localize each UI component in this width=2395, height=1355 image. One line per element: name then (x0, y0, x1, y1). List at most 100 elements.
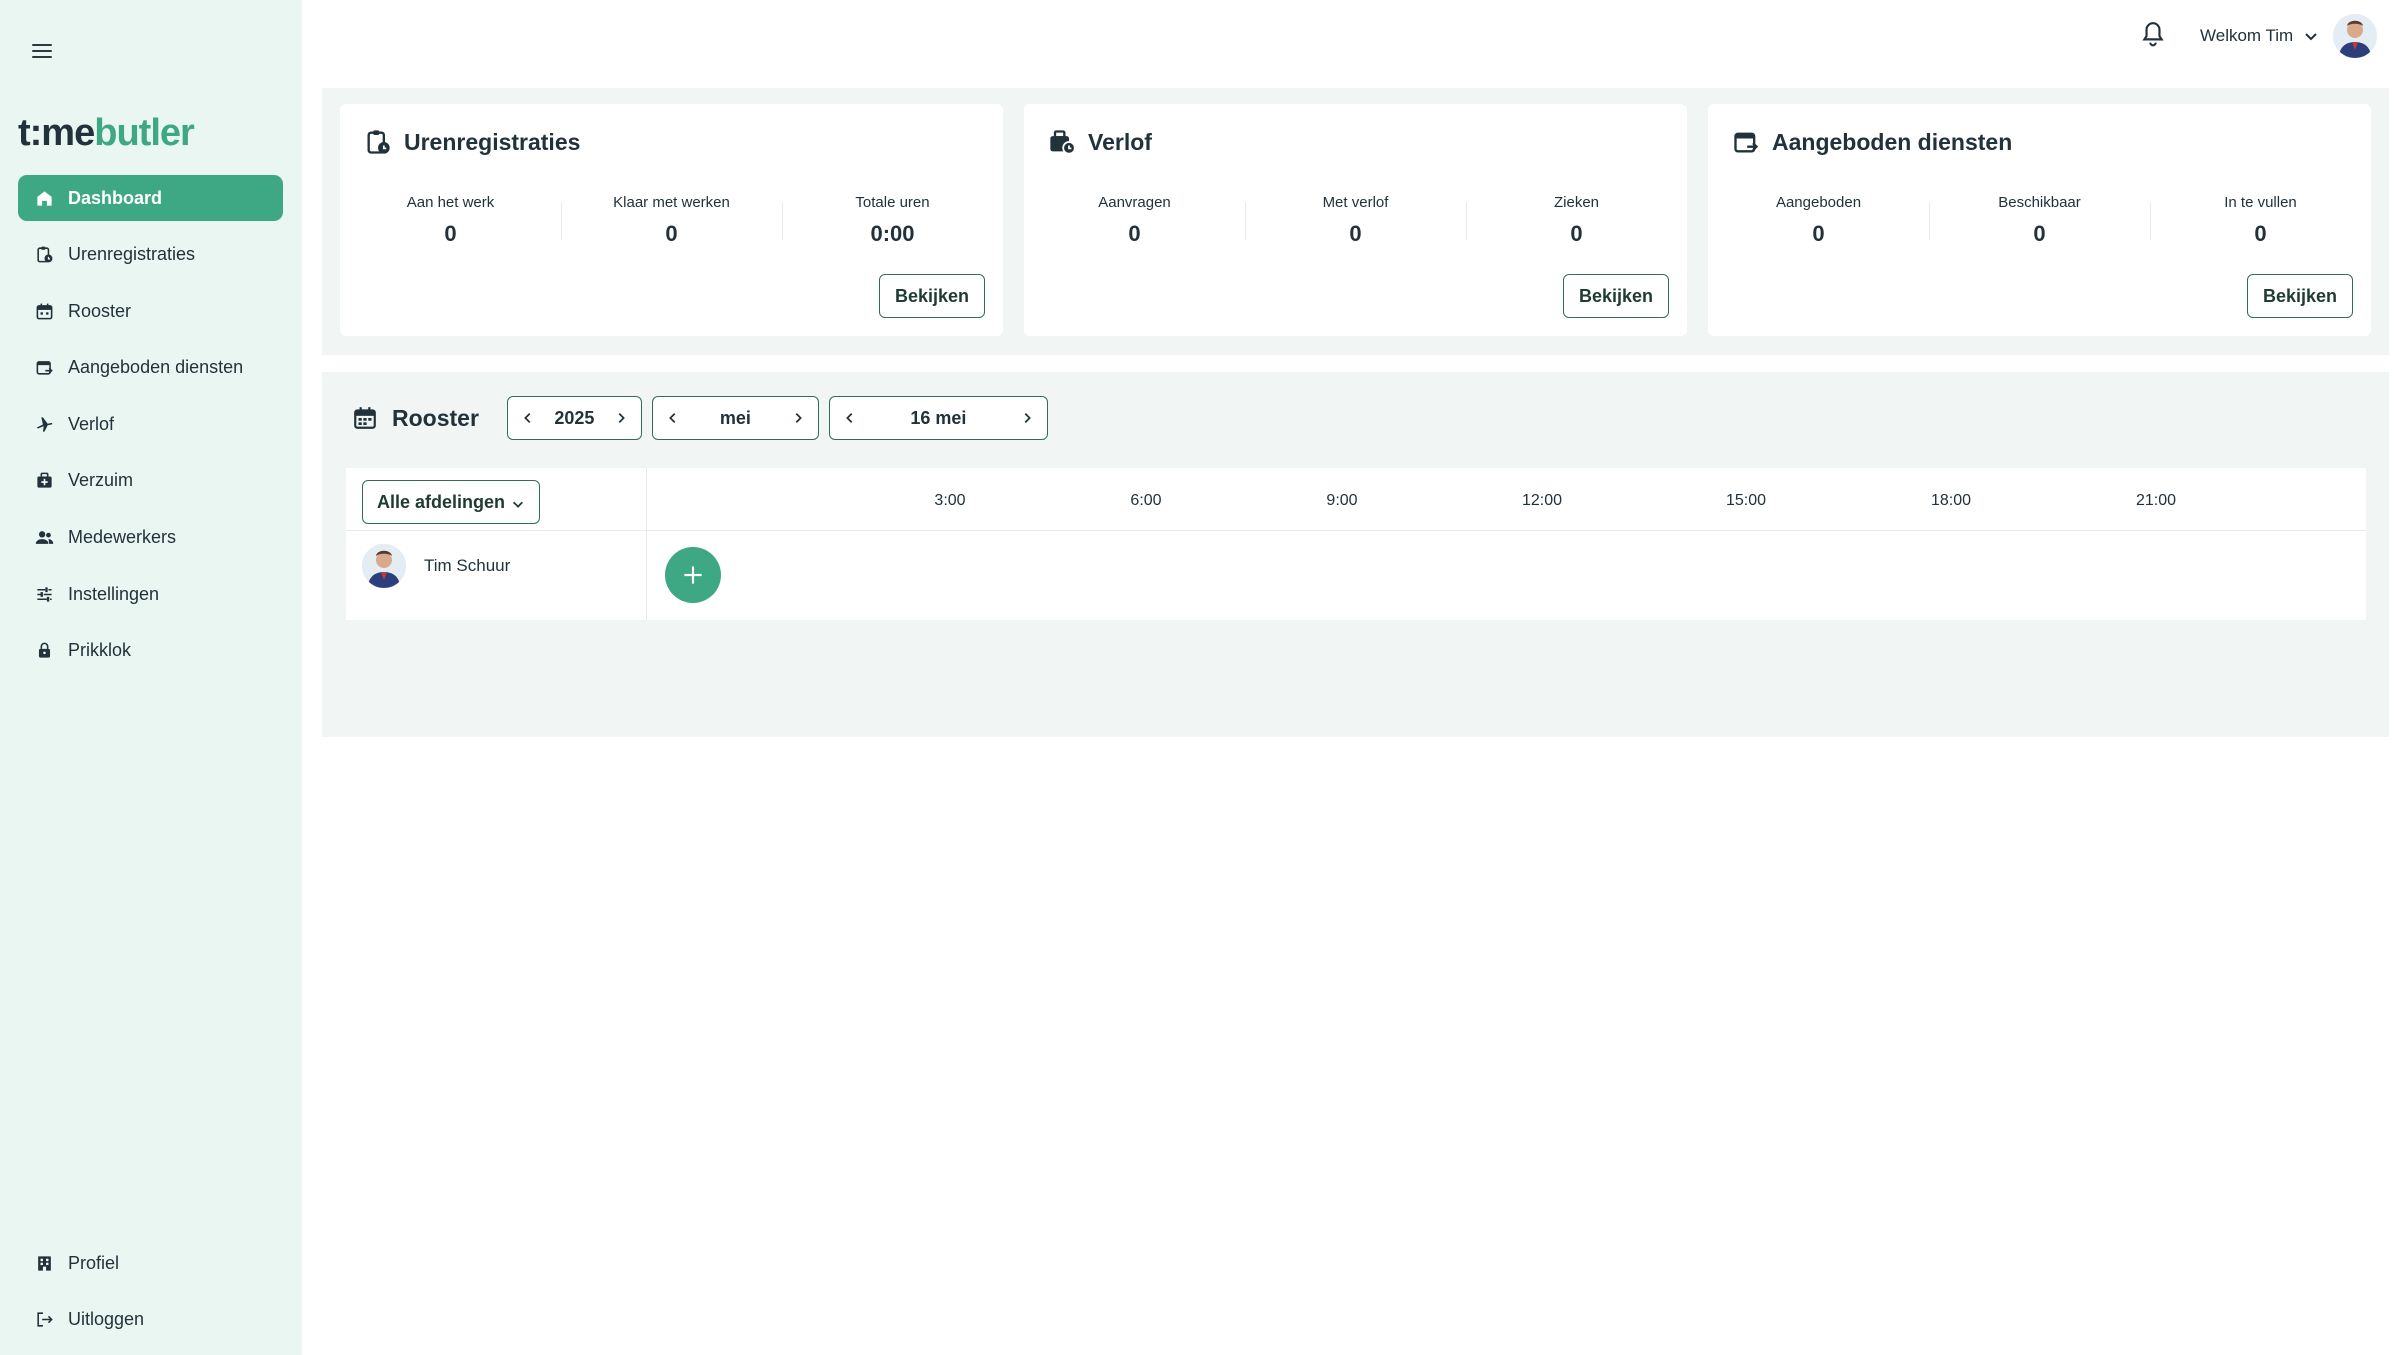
rooster-panel: Rooster 2025 mei 16 mei Alle afdelingen … (322, 372, 2389, 737)
sidebar-item-profiel[interactable]: Profiel (18, 1240, 283, 1286)
card-urenregistraties: Urenregistraties Aan het werk 0 Klaar met… (340, 104, 1003, 336)
clipboard-clock-icon (34, 245, 54, 265)
year-pager: 2025 (506, 396, 642, 440)
day-value: 16 mei (910, 407, 967, 428)
sidebar: t:mebutler Dashboard Urenregistraties Ro… (0, 0, 302, 1355)
chevron-left-icon[interactable] (840, 408, 860, 428)
day-pager: 16 mei (828, 396, 1048, 440)
hour-label: 6:00 (1130, 492, 1162, 509)
month-pager: mei (651, 396, 819, 440)
sidebar-item-dashboard[interactable]: Dashboard (18, 175, 283, 221)
sidebar-nav: Dashboard Urenregistraties Rooster Aange… (18, 175, 283, 684)
sidebar-item-label: Profiel (68, 1252, 120, 1273)
sidebar-item-label: Aangeboden diensten (68, 357, 244, 378)
avatar (2333, 14, 2378, 58)
add-shift-button[interactable] (665, 547, 721, 603)
sidebar-item-label: Dashboard (68, 187, 163, 208)
department-select[interactable]: Alle afdelingen (362, 480, 541, 524)
calendar-swap-icon (34, 358, 54, 378)
card-aangeboden-diensten: Aangeboden diensten Aangeboden 0 Beschikb… (1708, 104, 2371, 336)
sidebar-item-label: Prikklok (68, 640, 132, 661)
lock-icon (34, 641, 54, 661)
view-urenregistraties-button[interactable]: Bekijken (878, 274, 985, 318)
welcome-text: Welkom Tim (2200, 26, 2294, 45)
sidebar-item-aangeboden-diensten[interactable]: Aangeboden diensten (18, 345, 283, 391)
rooster-title: Rooster (392, 404, 479, 431)
stat-aangeboden: Aangeboden 0 (1775, 194, 1862, 246)
logo: t:mebutler (18, 112, 195, 154)
view-verlof-button[interactable]: Bekijken (1562, 274, 1669, 318)
chevron-left-icon[interactable] (518, 408, 538, 428)
year-value: 2025 (554, 407, 595, 428)
sidebar-item-label: Rooster (68, 300, 132, 321)
plus-icon (684, 566, 702, 584)
stat-beschikbaar: Beschikbaar 0 (1929, 194, 2150, 247)
view-aangeboden-diensten-button[interactable]: Bekijken (2246, 274, 2353, 318)
stat-zieken: Zieken 0 (1466, 194, 1687, 247)
briefcase-clock-icon (1048, 128, 1076, 156)
menu-icon[interactable] (30, 40, 54, 64)
sidebar-item-prikklok[interactable]: Prikklok (18, 628, 283, 674)
employee-row[interactable]: Tim Schuur (362, 544, 510, 588)
stat-klaar-met-werken: Klaar met werken 0 (561, 194, 782, 247)
card-title: Urenregistraties (364, 128, 580, 156)
sliders-icon (34, 584, 54, 604)
sidebar-item-label: Instellingen (68, 583, 160, 604)
sidebar-item-label: Verzuim (68, 470, 134, 491)
hour-label: 15:00 (1725, 492, 1767, 509)
schedule-grid: Alle afdelingen 3:00 6:00 9:00 12:00 15:… (346, 468, 2366, 620)
sidebar-item-verzuim[interactable]: Verzuim (18, 458, 283, 504)
sidebar-item-urenregistraties[interactable]: Urenregistraties (18, 232, 283, 278)
sidebar-item-medewerkers[interactable]: Medewerkers (18, 515, 283, 561)
card-title: Aangeboden diensten (1732, 128, 2012, 156)
card-verlof: Verlof Aanvragen 0 Met verlof 0 Zieken 0 Be… (1024, 104, 1687, 336)
logout-icon (34, 1310, 54, 1330)
stats-row: Aan het werk 0 Klaar met werken 0 Totale u… (340, 194, 1003, 247)
notification-bell-icon[interactable] (2140, 20, 2166, 48)
sidebar-item-label: Urenregistraties (68, 244, 196, 265)
sidebar-item-uitloggen[interactable]: Uitloggen (18, 1297, 283, 1343)
sidebar-item-verlof[interactable]: Verlof (18, 401, 283, 447)
sidebar-item-instellingen[interactable]: Instellingen (18, 571, 283, 617)
hour-label: 12:00 (1521, 492, 1563, 509)
stat-in-te-vullen: In te vullen 0 (2150, 194, 2371, 247)
stat-aanvragen: Aanvragen 0 (1098, 194, 1171, 246)
grid-divider (646, 468, 647, 620)
month-value: mei (719, 407, 751, 428)
chevron-right-icon[interactable] (611, 408, 631, 428)
calendar-icon (34, 301, 54, 321)
sidebar-bottom-nav: Profiel Uitloggen (18, 1240, 283, 1353)
hour-label: 9:00 (1326, 492, 1358, 509)
sidebar-item-label: Verlof (68, 413, 115, 434)
hour-label: 18:00 (1930, 492, 1972, 509)
stat-aan-het-werk: Aan het werk 0 (406, 194, 495, 246)
users-icon (34, 528, 54, 548)
plane-icon (34, 414, 54, 434)
user-menu[interactable]: Welkom Tim (2200, 14, 2378, 58)
medical-bag-icon (34, 471, 54, 491)
stats-row: Aangeboden 0 Beschikbaar 0 In te vullen 0 (1708, 194, 2371, 247)
rooster-header: Rooster 2025 mei 16 mei (352, 396, 1058, 440)
stats-row: Aanvragen 0 Met verlof 0 Zieken 0 (1024, 194, 1687, 247)
chevron-down-icon (2303, 28, 2319, 44)
hour-label: 3:00 (934, 492, 966, 509)
chevron-right-icon[interactable] (788, 408, 808, 428)
stat-met-verlof: Met verlof 0 (1245, 194, 1466, 247)
calendar-icon (352, 405, 378, 431)
grid-divider (346, 530, 2366, 531)
chevron-down-icon (511, 495, 525, 509)
sidebar-item-label: Medewerkers (68, 527, 177, 548)
stats-panel: Urenregistraties Aan het werk 0 Klaar met… (322, 88, 2389, 355)
home-icon (34, 188, 54, 208)
chevron-left-icon[interactable] (663, 408, 683, 428)
card-title: Verlof (1048, 128, 1152, 156)
avatar (362, 544, 406, 588)
sidebar-item-label: Uitloggen (68, 1309, 145, 1330)
sidebar-item-rooster[interactable]: Rooster (18, 288, 283, 334)
chevron-right-icon[interactable] (1017, 408, 1037, 428)
hour-label: 21:00 (2135, 492, 2177, 509)
employee-name: Tim Schuur (424, 556, 511, 575)
stat-totale-uren: Totale uren 0:00 (782, 194, 1003, 247)
building-icon (34, 1253, 54, 1273)
calendar-swap-icon (1732, 128, 1760, 156)
